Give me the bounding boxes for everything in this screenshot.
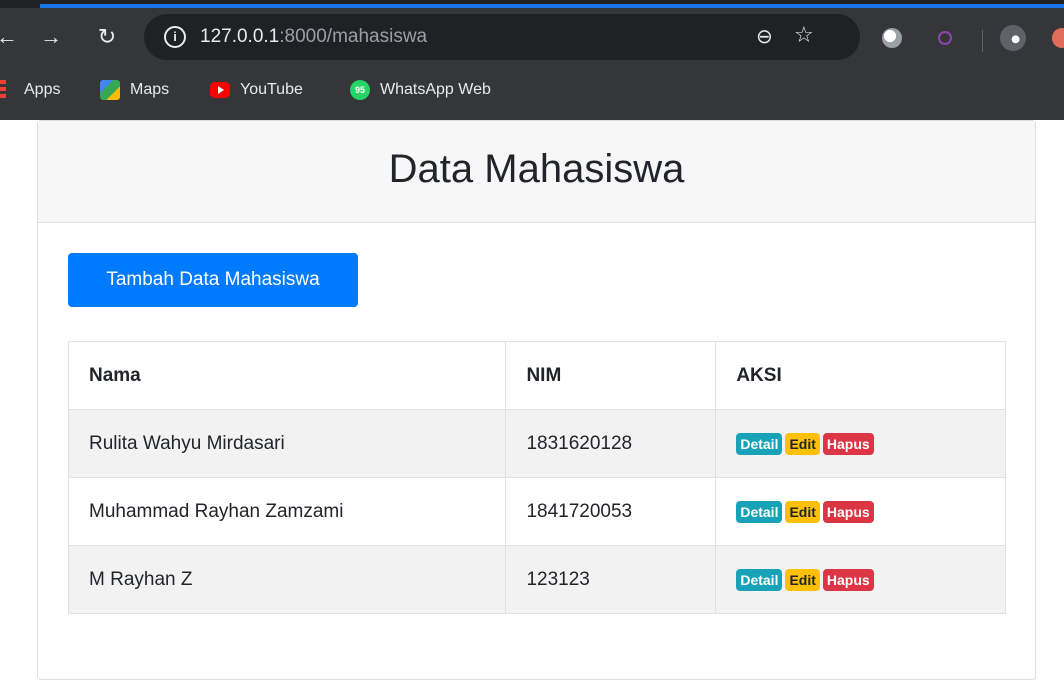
- apps-grid-icon: [0, 80, 6, 100]
- add-student-button[interactable]: Tambah Data Mahasiswa: [68, 253, 358, 307]
- bookmark-label: Maps: [130, 81, 170, 98]
- student-table: Nama NIM AKSI Rulita Wahyu Mirdasari 183…: [67, 341, 1006, 614]
- mahasiswa-card: Data Mahasiswa Tambah Data Mahasiswa Nam…: [37, 120, 1036, 680]
- cell-nim: 1831620128: [505, 409, 717, 478]
- cell-aksi: Detail Edit Hapus: [715, 477, 1006, 546]
- bookmark-star-icon[interactable]: ☆: [794, 22, 814, 48]
- page-content: Data Mahasiswa Tambah Data Mahasiswa Nam…: [0, 120, 1064, 680]
- detail-button[interactable]: Detail: [736, 500, 783, 523]
- back-icon[interactable]: ←: [0, 22, 22, 52]
- table-row: M Rayhan Z 123123 Detail Edit Hapus: [67, 545, 1006, 614]
- delete-button[interactable]: Hapus: [822, 568, 874, 591]
- browser-toolbar: ← → ↻ i 127.0.0.1:8000/mahasiswa ⊖ ☆: [0, 8, 1064, 66]
- bookmark-youtube[interactable]: YouTube: [210, 78, 303, 102]
- cell-nama: M Rayhan Z: [67, 545, 507, 614]
- forward-icon[interactable]: →: [36, 22, 66, 52]
- url-host: 127.0.0.1: [200, 26, 280, 47]
- edit-button[interactable]: Edit: [785, 500, 820, 523]
- account-icon[interactable]: [1052, 28, 1064, 48]
- detail-button[interactable]: Detail: [736, 432, 783, 455]
- edit-button[interactable]: Edit: [785, 568, 820, 591]
- bookmark-label: WhatsApp Web: [380, 81, 491, 98]
- reload-icon[interactable]: ↻: [92, 22, 122, 52]
- delete-button[interactable]: Hapus: [822, 500, 874, 523]
- zoom-icon[interactable]: ⊖: [756, 24, 773, 49]
- toolbar-divider: [982, 30, 983, 52]
- cell-nim: 123123: [505, 545, 717, 614]
- url-text[interactable]: 127.0.0.1:8000/mahasiswa: [200, 26, 427, 48]
- bookmark-label: YouTube: [240, 81, 303, 98]
- bookmarks-bar: Apps Maps YouTube 95 WhatsApp Web: [0, 66, 1064, 112]
- edit-button[interactable]: Edit: [785, 432, 820, 455]
- cell-aksi: Detail Edit Hapus: [715, 409, 1006, 478]
- table-header-row: Nama NIM AKSI: [67, 341, 1006, 410]
- bookmark-apps[interactable]: Apps: [0, 78, 60, 102]
- address-bar[interactable]: i 127.0.0.1:8000/mahasiswa ⊖ ☆: [144, 14, 860, 60]
- url-path: :8000/mahasiswa: [279, 26, 428, 47]
- column-header-nim: NIM: [505, 341, 717, 410]
- extension-globe-icon[interactable]: [882, 28, 902, 48]
- tab-strip: [0, 0, 1064, 8]
- card-header: Data Mahasiswa: [38, 121, 1035, 223]
- browser-chrome: ← → ↻ i 127.0.0.1:8000/mahasiswa ⊖ ☆ App…: [0, 0, 1064, 120]
- cell-nama: Rulita Wahyu Mirdasari: [67, 409, 507, 478]
- detail-button[interactable]: Detail: [736, 568, 783, 591]
- bookmark-label: Apps: [24, 81, 61, 98]
- site-info-icon[interactable]: i: [164, 26, 186, 48]
- delete-button[interactable]: Hapus: [822, 432, 874, 455]
- column-header-aksi: AKSI: [715, 341, 1006, 410]
- extension-search-icon[interactable]: [938, 31, 952, 45]
- cell-nama: Muhammad Rayhan Zamzami: [67, 477, 507, 546]
- whatsapp-icon: 95: [350, 80, 370, 100]
- youtube-icon: [210, 82, 230, 98]
- maps-icon: [100, 80, 120, 100]
- profile-avatar-icon[interactable]: [1000, 25, 1026, 51]
- table-row: Muhammad Rayhan Zamzami 1841720053 Detai…: [67, 477, 1006, 546]
- table-row: Rulita Wahyu Mirdasari 1831620128 Detail…: [67, 409, 1006, 478]
- bookmark-maps[interactable]: Maps: [100, 78, 169, 102]
- cell-aksi: Detail Edit Hapus: [715, 545, 1006, 614]
- column-header-nama: Nama: [67, 341, 507, 410]
- page-title: Data Mahasiswa: [388, 147, 685, 191]
- bookmark-whatsapp[interactable]: 95 WhatsApp Web: [350, 78, 491, 102]
- cell-nim: 1841720053: [505, 477, 717, 546]
